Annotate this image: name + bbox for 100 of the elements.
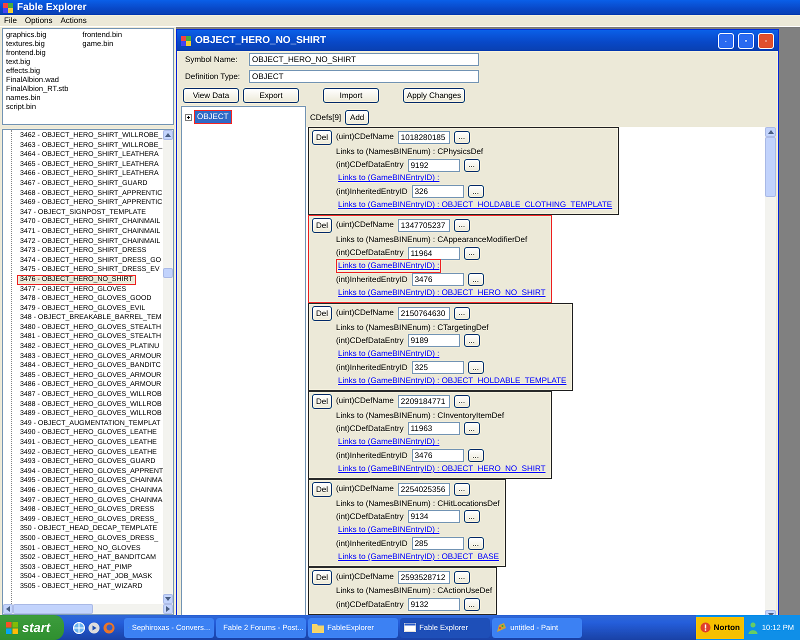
value-field[interactable]: 9192 bbox=[408, 158, 460, 172]
value-field[interactable]: 285 bbox=[412, 537, 464, 550]
link-info: Links to (NamesBINEnum) : CInventoryItemDef bbox=[336, 410, 504, 422]
browse-button[interactable]: ... bbox=[454, 306, 470, 320]
action-button[interactable]: View Data bbox=[183, 88, 239, 103]
delete-button[interactable]: Del bbox=[312, 218, 332, 233]
browse-button[interactable]: ... bbox=[464, 246, 480, 260]
expand-icon[interactable] bbox=[185, 114, 192, 120]
scroll-thumb[interactable] bbox=[765, 137, 776, 197]
cdefs-label: CDefs[9] bbox=[310, 112, 342, 124]
norton-button[interactable]: Norton bbox=[696, 616, 744, 638]
field-label: (uint)CDefName bbox=[336, 395, 394, 408]
folder-icon bbox=[312, 622, 324, 632]
value-field[interactable]: 2209184771 bbox=[398, 394, 450, 408]
scroll-thumb[interactable] bbox=[163, 268, 173, 278]
field-label: (int)InheritedEntryID bbox=[336, 274, 408, 286]
browse-button[interactable]: ... bbox=[464, 598, 480, 612]
link[interactable]: Links to (GameBINEntryID) : OBJECT_BASE bbox=[336, 550, 501, 564]
browse-button[interactable]: ... bbox=[454, 130, 470, 144]
browse-button[interactable]: ... bbox=[468, 361, 484, 374]
app-icon bbox=[3, 2, 13, 12]
browse-button[interactable]: ... bbox=[454, 570, 470, 584]
maximize-button[interactable] bbox=[738, 32, 754, 48]
up-arrow-icon bbox=[165, 133, 171, 137]
link[interactable]: Links to (GameBINEntryID) : bbox=[336, 347, 442, 362]
start-button[interactable]: start bbox=[0, 615, 64, 640]
play-icon[interactable] bbox=[88, 622, 100, 634]
browser-icon[interactable] bbox=[103, 622, 116, 634]
horizontal-scrollbar[interactable] bbox=[3, 604, 173, 614]
field-label: (int)InheritedEntryID bbox=[336, 186, 408, 198]
link[interactable]: Links to (GameBINEntryID) : OBJECT_HERO_NO_SHIRT bbox=[336, 286, 548, 300]
paint-icon bbox=[496, 622, 508, 633]
browse-button[interactable]: ... bbox=[468, 273, 484, 286]
scroll-up-button[interactable] bbox=[163, 130, 173, 140]
value-field[interactable]: 2254025356 bbox=[398, 482, 450, 496]
value-field[interactable]: 11964 bbox=[408, 246, 460, 260]
text-field[interactable]: OBJECT bbox=[249, 70, 479, 83]
link-info: Links to (NamesBINEnum) : CTargetingDef bbox=[336, 322, 488, 334]
value-field[interactable]: 326 bbox=[412, 185, 464, 198]
value-field[interactable]: 325 bbox=[412, 361, 464, 374]
text-field[interactable]: OBJECT_HERO_NO_SHIRT bbox=[249, 53, 479, 66]
browse-button[interactable]: ... bbox=[454, 394, 470, 408]
down-arrow-icon bbox=[165, 597, 171, 601]
action-button[interactable]: Apply Changes bbox=[403, 88, 465, 103]
link[interactable]: Links to (GameBINEntryID) : OBJECT_HOLDABLE_TEMPLATE bbox=[336, 374, 568, 388]
link-info: Links to (NamesBINEnum) : CPhysicsDef bbox=[336, 146, 484, 158]
field-label: (uint)CDefName bbox=[336, 307, 394, 320]
minimize-button[interactable] bbox=[718, 32, 734, 48]
field-label: (int)CDefDataEntry bbox=[336, 159, 404, 172]
menu-item[interactable]: Options bbox=[24, 14, 52, 26]
field-label: (int)CDefDataEntry bbox=[336, 510, 404, 523]
value-field[interactable]: 3476 bbox=[412, 449, 464, 462]
value-field[interactable]: 2150764630 bbox=[398, 306, 450, 320]
scroll-right-button[interactable] bbox=[163, 604, 173, 614]
link[interactable]: Links to (GameBINEntryID) : OBJECT_HERO_NO_SHIRT bbox=[336, 462, 548, 476]
link[interactable]: Links to (GameBINEntryID) : bbox=[336, 259, 442, 274]
link-info: Links to (NamesBINEnum) : CActionUseDef bbox=[336, 585, 492, 598]
delete-button[interactable]: Del bbox=[312, 130, 332, 145]
link[interactable]: Links to (GameBINEntryID) : bbox=[336, 523, 442, 538]
browse-button[interactable]: ... bbox=[454, 482, 470, 496]
link[interactable]: Links to (GameBINEntryID) : bbox=[336, 171, 442, 186]
app-icon bbox=[181, 36, 191, 46]
browse-button[interactable]: ... bbox=[464, 334, 480, 348]
browse-button[interactable]: ... bbox=[464, 510, 480, 524]
action-button[interactable]: Import bbox=[323, 88, 379, 103]
value-field[interactable]: 9134 bbox=[408, 510, 460, 524]
browse-button[interactable]: ... bbox=[464, 158, 480, 172]
browse-button[interactable]: ... bbox=[468, 449, 484, 462]
tree-node[interactable]: OBJECT bbox=[194, 110, 232, 124]
add-button[interactable]: Add bbox=[345, 110, 370, 125]
delete-button[interactable]: Del bbox=[312, 482, 332, 497]
value-field[interactable]: 1018280185 bbox=[398, 130, 450, 144]
browse-button[interactable]: ... bbox=[468, 185, 484, 198]
scroll-thumb[interactable] bbox=[13, 604, 93, 614]
link[interactable]: Links to (GameBINEntryID) : OBJECT_HOLDABLE_CLOTHING_TEMPLATE bbox=[336, 198, 614, 212]
menu-item[interactable]: Actions bbox=[60, 14, 87, 26]
windows-logo-icon bbox=[6, 622, 18, 634]
link[interactable]: Links to (GameBINEntryID) : bbox=[336, 435, 442, 450]
scroll-left-button[interactable] bbox=[3, 604, 13, 614]
value-field[interactable]: 9189 bbox=[408, 334, 460, 348]
value-field[interactable]: 11963 bbox=[408, 422, 460, 436]
field-label: (uint)CDefName bbox=[336, 571, 394, 584]
browse-button[interactable]: ... bbox=[454, 218, 470, 232]
scroll-up-button[interactable] bbox=[765, 127, 776, 137]
close-button[interactable] bbox=[758, 32, 774, 48]
browse-button[interactable]: ... bbox=[468, 537, 484, 550]
browse-button[interactable]: ... bbox=[464, 422, 480, 436]
value-field[interactable]: 9132 bbox=[408, 598, 460, 612]
delete-button[interactable]: Del bbox=[312, 394, 332, 409]
value-field[interactable]: 1347705237 bbox=[398, 218, 450, 232]
field-label: (int)InheritedEntryID bbox=[336, 362, 408, 374]
value-field[interactable]: 3476 bbox=[412, 273, 464, 286]
menu-item[interactable]: File bbox=[4, 14, 17, 26]
link-info: Links to (NamesBINEnum) : CHitLocationsDef bbox=[336, 498, 500, 510]
action-button[interactable]: Export bbox=[243, 88, 299, 103]
scroll-down-button[interactable] bbox=[163, 594, 173, 604]
value-field[interactable]: 2593528712 bbox=[398, 570, 450, 584]
globe-icon[interactable] bbox=[73, 622, 86, 634]
delete-button[interactable]: Del bbox=[312, 570, 332, 585]
delete-button[interactable]: Del bbox=[312, 306, 332, 321]
